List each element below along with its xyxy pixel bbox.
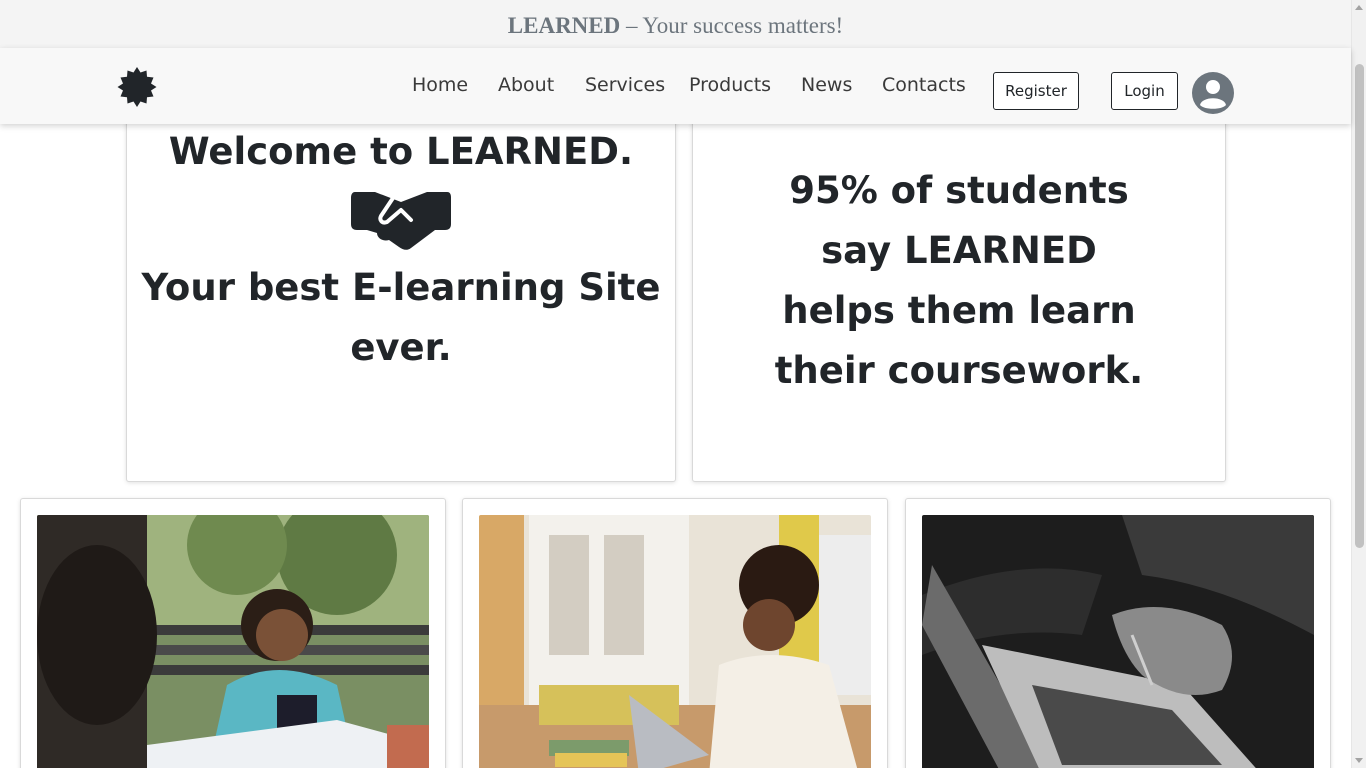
register-button[interactable]: Register [993, 72, 1079, 110]
welcome-heading: Welcome to LEARNED. [168, 130, 634, 173]
nav-services[interactable]: Services [585, 74, 665, 96]
photo-card [462, 498, 888, 768]
scroll-up-icon[interactable] [1355, 5, 1363, 10]
stats-text: 95% of students say LEARNED helps them l… [774, 169, 1144, 392]
scroll-thumb[interactable] [1355, 64, 1364, 548]
hands-typing-laptop [922, 515, 1314, 768]
announcement-bar: LEARNED – Your success matters! [0, 0, 1351, 48]
main-navbar: Home About Services Products News Contac… [0, 48, 1351, 124]
page-scrollbar[interactable] [1351, 0, 1366, 768]
badge-icon[interactable] [116, 66, 158, 108]
photo-card [905, 498, 1331, 768]
nav-contacts[interactable]: Contacts [882, 74, 966, 96]
nav-products[interactable]: Products [689, 74, 771, 96]
student-on-laptop [479, 515, 871, 768]
welcome-card: Welcome to LEARNED. Your best E-learning… [126, 110, 676, 482]
photo-card [20, 498, 446, 768]
brand-separator: – [626, 13, 638, 38]
login-button[interactable]: Login [1111, 72, 1178, 110]
brand-tagline: Your success matters! [642, 13, 844, 38]
stats-card: 95% of students say LEARNED helps them l… [692, 110, 1226, 482]
nav-about[interactable]: About [498, 74, 554, 96]
scroll-down-icon[interactable] [1355, 758, 1363, 763]
user-avatar-icon[interactable] [1192, 72, 1234, 114]
brand-name: LEARNED [507, 13, 621, 38]
students-studying-outdoors [37, 515, 429, 768]
welcome-subheading: Your best E-learning Site ever. [141, 266, 661, 369]
handshake-icon [351, 192, 451, 250]
nav-news[interactable]: News [801, 74, 852, 96]
nav-home[interactable]: Home [412, 74, 468, 96]
